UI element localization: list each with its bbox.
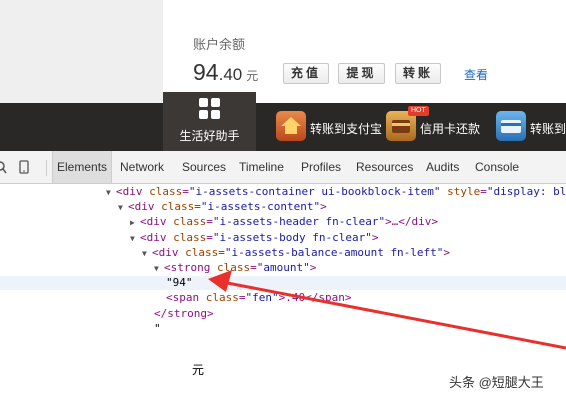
watermark: 头条 @短腿大王 — [449, 375, 544, 390]
annotation-arrow — [208, 270, 566, 350]
